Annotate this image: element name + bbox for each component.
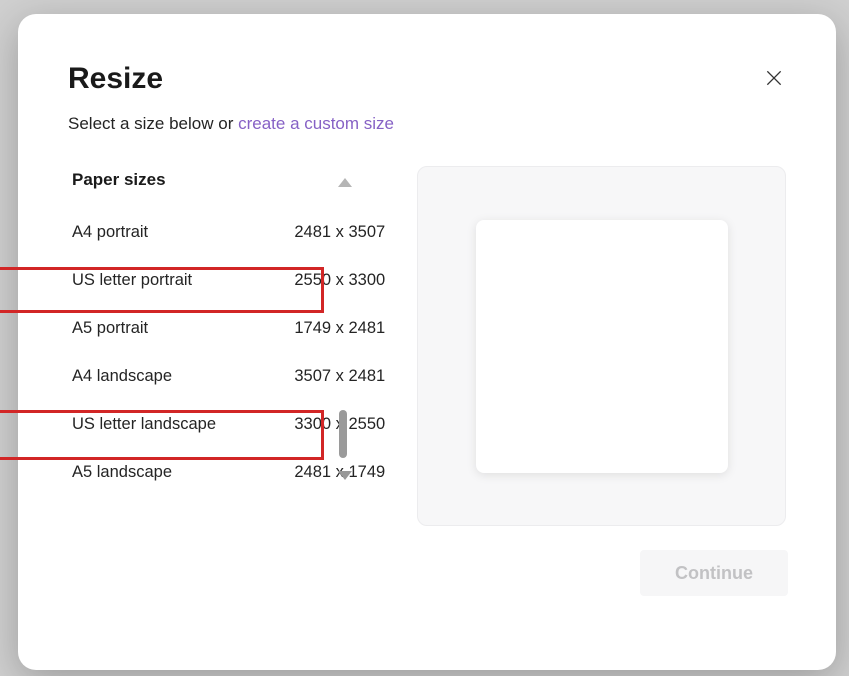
size-list-scrollbar[interactable] bbox=[334, 164, 352, 480]
scroll-thumb[interactable] bbox=[339, 410, 347, 458]
preview-pane bbox=[417, 166, 786, 526]
close-button[interactable] bbox=[764, 68, 788, 92]
scroll-down-icon[interactable] bbox=[338, 471, 352, 480]
size-name: A4 landscape bbox=[72, 367, 172, 386]
size-name: A5 portrait bbox=[72, 319, 148, 338]
subtitle-text: Select a size below or bbox=[68, 114, 238, 133]
modal-subtitle: Select a size below or create a custom s… bbox=[68, 114, 786, 134]
close-icon bbox=[764, 68, 784, 88]
content-row: Paper sizes A4 portrait 2481 x 3507 US l… bbox=[68, 166, 786, 526]
size-name: A4 portrait bbox=[72, 223, 148, 242]
size-name: US letter portrait bbox=[72, 271, 192, 290]
size-name: US letter landscape bbox=[72, 415, 216, 434]
resize-modal: Resize Select a size below or create a c… bbox=[18, 14, 836, 670]
modal-title: Resize bbox=[68, 62, 786, 96]
continue-button[interactable]: Continue bbox=[640, 550, 788, 596]
preview-canvas bbox=[476, 220, 728, 473]
scroll-up-icon[interactable] bbox=[338, 178, 352, 187]
create-custom-size-link[interactable]: create a custom size bbox=[238, 114, 394, 133]
size-name: A5 landscape bbox=[72, 463, 172, 482]
